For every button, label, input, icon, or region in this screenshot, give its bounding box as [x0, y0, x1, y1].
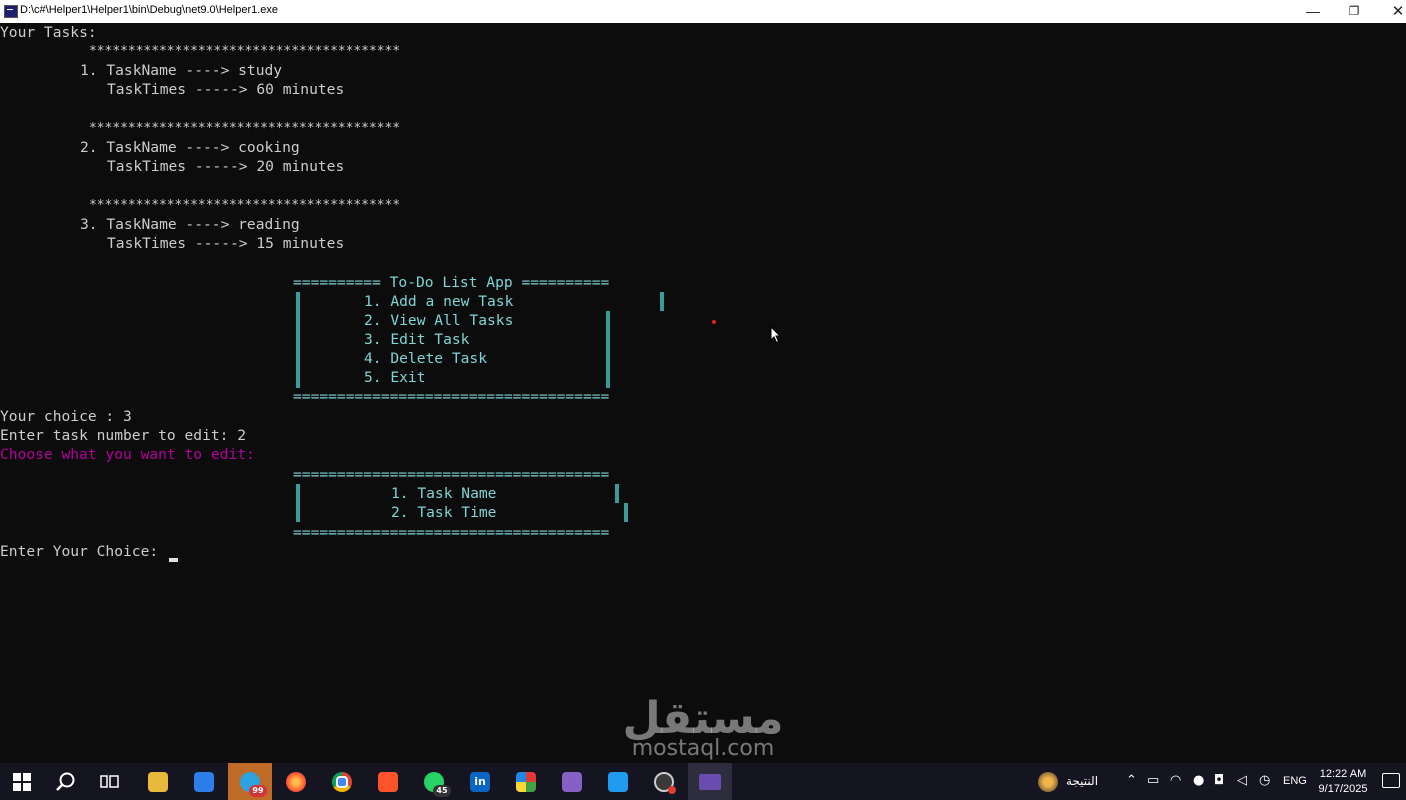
clock-date: 9/17/2025 [1318, 783, 1368, 795]
linkedin-icon: in [470, 771, 490, 792]
minimize-button[interactable]: — [1290, 0, 1336, 23]
search-icon [56, 772, 75, 791]
task-time-line: TaskTimes -----> 60 minutes [107, 81, 345, 98]
task-name-line: 2. TaskName ----> cooking [80, 139, 300, 156]
vscode-icon [608, 771, 628, 792]
chevron-up-icon[interactable]: ⌃ [1126, 773, 1137, 789]
taskbar-firefox[interactable] [274, 763, 318, 800]
volume-icon[interactable]: ◁ [1237, 773, 1247, 789]
microphone-icon[interactable]: ● [1193, 773, 1204, 789]
telegram-badge: 99 [249, 784, 267, 797]
whatsapp-icon: 45 [424, 771, 451, 797]
wifi-icon[interactable]: ◠ [1170, 773, 1181, 789]
weather-label[interactable]: النتيجة [1066, 774, 1098, 788]
notification-icon[interactable] [1382, 773, 1400, 788]
task-number-line: Enter task number to edit: 2 [0, 427, 247, 444]
task-time-line: TaskTimes -----> 15 minutes [107, 235, 345, 252]
taskbar-whatsapp[interactable]: 45 [412, 763, 456, 800]
visual-studio-icon [562, 771, 582, 792]
edit-item-task-time: 2. Task Time [391, 504, 497, 521]
text-cursor [169, 558, 178, 562]
taskbar-linkedin[interactable]: in [458, 763, 502, 800]
edit-menu-right-border [615, 484, 619, 503]
watermark: مستقل mostaql.com [608, 695, 798, 761]
menu-item-edit-task: 3. Edit Task [364, 331, 470, 348]
camera-icon[interactable]: ◘ [1214, 773, 1224, 789]
menu-left-border [296, 292, 300, 388]
task-time-line: TaskTimes -----> 20 minutes [107, 158, 345, 175]
task-separator: **************************************** [89, 44, 401, 59]
menu-item-add-task: 1. Add a new Task [364, 293, 514, 310]
whatsapp-badge: 45 [433, 784, 451, 797]
brave-icon [378, 771, 398, 792]
chrome-icon [332, 771, 352, 792]
clock-time: 12:22 AM [1319, 768, 1367, 780]
taskbar-console-app[interactable] [688, 763, 732, 800]
sync-icon[interactable]: ◷ [1259, 773, 1270, 789]
close-button[interactable]: ✕ [1375, 0, 1406, 23]
menu-right-border [606, 311, 610, 388]
taskbar-store[interactable] [182, 763, 226, 800]
system-clock[interactable]: 12:22 AM 9/17/2025 [1312, 767, 1374, 797]
taskbar-vscode[interactable] [596, 763, 640, 800]
taskbar-chrome[interactable] [320, 763, 364, 800]
taskbar-visual-studio[interactable] [550, 763, 594, 800]
menu-bottom-border: ==================================== [293, 388, 610, 405]
menu-item-exit: 5. Exit [364, 369, 426, 386]
telegram-icon: 99 [240, 771, 267, 797]
taskbar: 99 45 in النتيجة ⌃ ▭ ◠ ● ◘ ◁ ◷ ENG 12:22… [0, 763, 1406, 800]
task-separator: **************************************** [89, 198, 401, 213]
taskbar-telegram[interactable]: 99 [228, 763, 272, 800]
console-app-icon [699, 773, 721, 790]
choice-line: Your choice : 3 [0, 408, 132, 425]
mouse-pointer-icon [770, 326, 782, 344]
restore-button[interactable]: ❐ [1331, 0, 1377, 23]
recorder-icon [654, 771, 676, 794]
taskbar-brave[interactable] [366, 763, 410, 800]
start-button[interactable] [0, 763, 44, 800]
menu-item-delete-task: 4. Delete Task [364, 350, 488, 367]
menu-right-border-segment [660, 292, 664, 311]
colorful-app-icon [516, 771, 536, 792]
battery-icon[interactable]: ▭ [1147, 773, 1159, 789]
console-output[interactable]: Your Tasks: ****************************… [0, 23, 1406, 763]
taskbar-screen-recorder[interactable] [642, 763, 686, 800]
tasks-header: Your Tasks: [0, 24, 97, 41]
watermark-latin: mostaql.com [631, 736, 775, 761]
task-name-line: 3. TaskName ----> reading [80, 216, 300, 233]
edit-menu-top-border: ==================================== [293, 466, 610, 483]
search-button[interactable] [44, 763, 88, 800]
task-view-button[interactable] [88, 763, 132, 800]
menu-item-view-tasks: 2. View All Tasks [364, 312, 514, 329]
edit-menu-right-border-segment [624, 503, 628, 522]
enter-choice-prompt: Enter Your Choice: [0, 543, 167, 560]
task-separator: **************************************** [89, 121, 401, 136]
choose-edit-prompt: Choose what you want to edit: [0, 446, 255, 463]
firefox-icon [286, 771, 306, 792]
taskbar-file-explorer[interactable] [136, 763, 180, 800]
edit-menu-left-border [296, 484, 300, 522]
console-app-icon [4, 5, 18, 18]
edit-menu-bottom-border: ==================================== [293, 524, 610, 541]
weather-icon[interactable] [1038, 772, 1058, 792]
task-name-line: 1. TaskName ----> study [80, 62, 283, 79]
folder-icon [148, 771, 168, 792]
window-title-bar: D:\c#\Helper1\Helper1\bin\Debug\net9.0\H… [0, 0, 1406, 24]
windows-logo-icon [13, 772, 31, 791]
store-icon [194, 771, 214, 792]
menu-top-border: ========== To-Do List App ========== [293, 274, 610, 291]
window-title: D:\c#\Helper1\Helper1\bin\Debug\net9.0\H… [20, 4, 279, 16]
taskbar-colorful-app[interactable] [504, 763, 548, 800]
edit-item-task-name: 1. Task Name [391, 485, 497, 502]
red-dot-marker [712, 320, 716, 324]
language-indicator[interactable]: ENG [1283, 775, 1307, 787]
task-view-icon [100, 774, 119, 788]
